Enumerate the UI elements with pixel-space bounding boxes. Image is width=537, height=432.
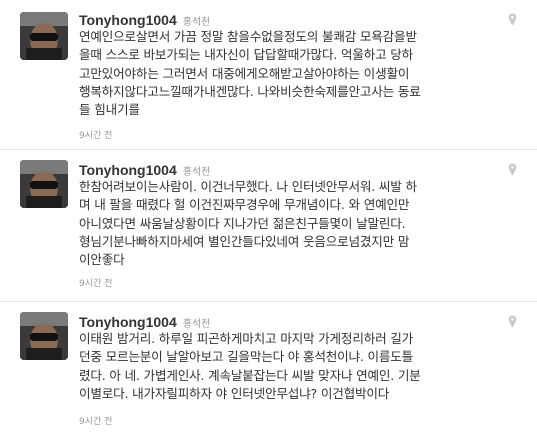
- location-pin-icon[interactable]: [508, 315, 517, 328]
- user-handle[interactable]: 홍석천: [183, 167, 211, 178]
- tweet-text-line: 고만있어야하는 그러면서 대중에게오해받고살아야하는 이생활이: [79, 65, 410, 81]
- tweet-item[interactable]: Tonyhong1004 홍석천 한참어려보이는사람이. 이건너무했다. 나 인터…: [0, 150, 537, 302]
- tweet-text: 연예인으로살면서 가끔 정말 참을수없을정도의 불쾌감 모욕감을받 을때 스스로…: [79, 28, 523, 119]
- avatar[interactable]: [20, 312, 68, 360]
- tweet-text-line: 연예인으로살면서 가끔 정말 참을수없을정도의 불쾌감 모욕감을받: [79, 29, 417, 44]
- tweet-text-line: 던중 모르는분이 날알아보고 길을막는다 야 홍석천이냐. 이름도틀: [79, 349, 414, 365]
- tweet-text: 한참어려보이는사람이. 이건너무했다. 나 인터넷안무서워. 씨발 하 며 내 …: [79, 178, 523, 269]
- tweet-text-line: 형님기분나빠하지마세여 별인간들다있네여 웃음으로넘겼지만 맘: [79, 233, 410, 249]
- avatar[interactable]: [20, 160, 68, 208]
- location-pin-icon[interactable]: [508, 163, 517, 176]
- user-handle[interactable]: 홍석천: [183, 319, 211, 330]
- tweet-header: Tonyhong1004 홍석천: [79, 312, 210, 332]
- user-name[interactable]: Tonyhong1004: [79, 12, 177, 28]
- tweet-text-line: 며 내 팔을 때렸다 헐 이건진짜무경우에 무개념이다. 와 연예인만: [79, 197, 410, 213]
- tweet-item[interactable]: Tonyhong1004 홍석천 이태원 밤거리. 하루일 피곤하게마치고 마지막…: [0, 302, 537, 432]
- tweet-header: Tonyhong1004 홍석천: [79, 10, 210, 30]
- tweet-text-line: 이안좋다: [79, 252, 125, 268]
- tweet-text-line: 행복하지않다고느낄때가내겐많다. 나와비슷한숙제를안고사는 동료: [79, 83, 421, 99]
- user-name[interactable]: Tonyhong1004: [79, 314, 177, 330]
- tweet-text-line: 렸다. 아 네. 가볍게인사. 계속날붙잡는다 씨발 맞자나 연예인. 기분: [79, 367, 421, 383]
- tweet-text-line: 을때 스스로 바보가되는 내자신이 답답할때가많다. 억울하고 당하: [79, 47, 414, 63]
- location-pin-icon[interactable]: [508, 13, 517, 26]
- tweet-feed: Tonyhong1004 홍석천 연예인으로살면서 가끔 정말 참을수없을정도의 …: [0, 0, 537, 432]
- user-handle[interactable]: 홍석천: [183, 17, 211, 28]
- tweet-text-line: 한참어려보이는사람이. 이건너무했다. 나 인터넷안무서워. 씨발 하: [79, 179, 417, 194]
- tweet-item[interactable]: Tonyhong1004 홍석천 연예인으로살면서 가끔 정말 참을수없을정도의 …: [0, 0, 537, 150]
- user-name[interactable]: Tonyhong1004: [79, 162, 177, 178]
- tweet-timestamp[interactable]: 9시간 전: [79, 414, 112, 427]
- tweet-timestamp[interactable]: 9시간 전: [79, 276, 112, 289]
- tweet-header: Tonyhong1004 홍석천: [79, 160, 210, 180]
- tweet-timestamp[interactable]: 9시간 전: [79, 128, 112, 141]
- tweet-text-line: 이별로다. 내가자릴피하자 야 인터넷안무섭냐? 이건협박이다: [79, 385, 390, 401]
- avatar[interactable]: [20, 12, 68, 60]
- tweet-text-line: 아니였다면 싸움날상황이다 지나가던 젊은친구들몇이 날말린다.: [79, 215, 406, 231]
- tweet-text-line: 이태원 밤거리. 하루일 피곤하게마치고 마지막 가게정리하러 길가: [79, 331, 414, 346]
- tweet-text: 이태원 밤거리. 하루일 피곤하게마치고 마지막 가게정리하러 길가 던중 모르…: [79, 330, 523, 403]
- tweet-text-line: 들 힘내기를: [79, 102, 140, 118]
